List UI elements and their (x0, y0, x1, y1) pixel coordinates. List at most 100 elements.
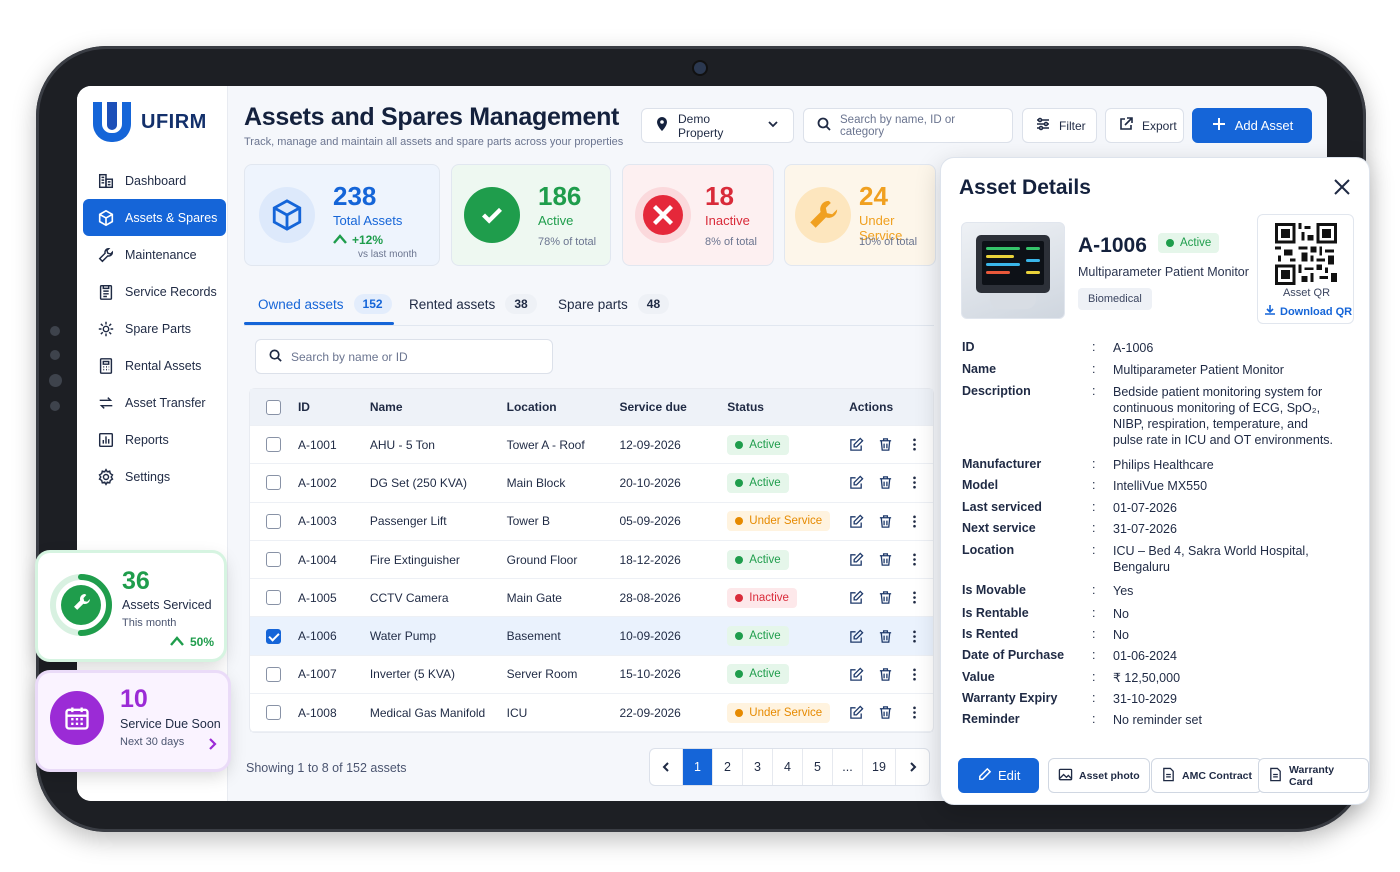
edit-icon[interactable] (849, 590, 864, 605)
cell-name: CCTV Camera (369, 590, 449, 605)
edit-icon[interactable] (849, 514, 864, 529)
table-row[interactable]: A-1004 Fire Extinguisher Ground Floor 18-12… (250, 541, 933, 580)
more-vertical-icon[interactable] (907, 552, 922, 567)
row-checkbox[interactable] (266, 437, 282, 453)
download-qr-label: Download QR (1280, 305, 1353, 318)
filter-button[interactable]: Filter (1022, 108, 1097, 143)
detail-field-separator: : (1092, 648, 1096, 662)
sidebar-item-dashboard[interactable]: Dashboard (83, 162, 226, 199)
trash-icon[interactable] (878, 552, 893, 567)
next-page-button[interactable] (896, 749, 929, 785)
export-label: Export (1142, 118, 1177, 133)
table-row[interactable]: A-1001 AHU - 5 Ton Tower A - Roof 12-09-202… (250, 426, 933, 465)
row-checkbox[interactable] (266, 513, 282, 529)
edit-icon[interactable] (849, 552, 864, 567)
cell-id: A-1007 (297, 667, 337, 682)
page-button-4[interactable]: 4 (773, 749, 803, 785)
header-search-input[interactable]: Search by name, ID or category (803, 108, 1013, 143)
sidebar-item-spare-parts[interactable]: Spare Parts (83, 310, 226, 347)
sidebar-item-rental-assets[interactable]: Rental Assets (83, 347, 226, 384)
more-vertical-icon[interactable] (907, 629, 922, 644)
edit-icon[interactable] (849, 437, 864, 452)
sidebar-item-service-records[interactable]: Service Records (83, 273, 226, 310)
export-icon (1118, 116, 1134, 135)
page-button-5[interactable]: 5 (803, 749, 833, 785)
column-header-service-due[interactable]: Service due (619, 400, 727, 414)
page-button-2[interactable]: 2 (713, 749, 743, 785)
sidebar-item-settings[interactable]: Settings (83, 458, 226, 495)
row-checkbox[interactable] (266, 628, 282, 644)
column-header-name[interactable]: Name (370, 400, 507, 414)
chevron-right-icon[interactable] (206, 737, 218, 756)
page-button-1[interactable]: 1 (683, 749, 713, 785)
page-button-19[interactable]: 19 (863, 749, 896, 785)
table-row[interactable]: A-1007 Inverter (5 KVA) Server Room 15-10-2… (250, 656, 933, 695)
trash-icon[interactable] (878, 437, 893, 452)
trash-icon[interactable] (878, 629, 893, 644)
column-header-id[interactable]: ID (298, 400, 370, 414)
table-row[interactable]: A-1003 Passenger Lift Tower B 05-09-2026 Und… (250, 503, 933, 541)
tab-rented-assets[interactable]: Rented assets 38 (409, 282, 537, 326)
logo[interactable]: UFIRM (93, 102, 207, 142)
assets-table: ID Name Location Service due Status Acti… (249, 388, 934, 734)
sidebar-item-assets-spares[interactable]: Assets & Spares (83, 199, 226, 236)
tab-owned-assets[interactable]: Owned assets 152 (258, 282, 392, 326)
more-vertical-icon[interactable] (907, 475, 922, 490)
table-search-input[interactable]: Search by name or ID (255, 339, 553, 374)
add-asset-label: Add Asset (1234, 118, 1294, 133)
warranty-card-label: Warranty Card (1289, 763, 1335, 788)
export-button[interactable]: Export (1105, 108, 1184, 143)
row-checkbox[interactable] (266, 666, 282, 682)
amc-contract-button[interactable]: AMC Contract (1151, 758, 1262, 793)
table-row[interactable]: A-1002 DG Set (250 KVA) Main Block 20-10-20… (250, 464, 933, 503)
edit-icon[interactable] (849, 475, 864, 490)
column-header-location[interactable]: Location (507, 400, 620, 414)
edit-icon[interactable] (849, 705, 864, 720)
more-vertical-icon[interactable] (907, 667, 922, 682)
close-icon[interactable] (1331, 176, 1353, 198)
row-checkbox[interactable] (266, 475, 282, 491)
cell-id: A-1006 (297, 629, 337, 644)
sidebar-item-reports[interactable]: Reports (83, 421, 226, 458)
stat-card-active[interactable]: 186 Active 78% of total (451, 164, 611, 266)
calendar-icon (50, 691, 104, 745)
more-vertical-icon[interactable] (907, 437, 922, 452)
stat-card-inactive[interactable]: 18 Inactive 8% of total (622, 164, 774, 266)
table-row[interactable]: A-1006 Water Pump Basement 10-09-2026 Active (250, 617, 933, 656)
warranty-card-button[interactable]: Warranty Card (1258, 758, 1369, 793)
cell-id: A-1005 (297, 590, 337, 605)
trash-icon[interactable] (878, 514, 893, 529)
asset-photo-button[interactable]: Asset photo (1048, 758, 1150, 793)
column-header-status[interactable]: Status (727, 400, 849, 414)
row-checkbox[interactable] (266, 590, 282, 606)
cell-id: A-1008 (297, 705, 337, 720)
add-asset-button[interactable]: Add Asset (1192, 108, 1312, 143)
assets-serviced-card[interactable]: 36 Assets Serviced This month 50% (38, 553, 224, 659)
more-vertical-icon[interactable] (907, 514, 922, 529)
sidebar-item-asset-transfer[interactable]: Asset Transfer (83, 384, 226, 421)
prev-page-button[interactable] (650, 749, 683, 785)
edit-icon[interactable] (849, 629, 864, 644)
trash-icon[interactable] (878, 475, 893, 490)
table-row[interactable]: A-1008 Medical Gas Manifold ICU 22-09-2026 U… (250, 694, 933, 733)
trash-icon[interactable] (878, 590, 893, 605)
row-checkbox[interactable] (266, 552, 282, 568)
trash-icon[interactable] (878, 705, 893, 720)
stat-card-total[interactable]: 238 Total Assets +12% vs last month (244, 164, 440, 266)
select-all-checkbox[interactable] (266, 399, 282, 415)
download-qr-link[interactable]: Download QR (1264, 304, 1352, 319)
stat-card-under-service[interactable]: 24 Under Service 10% of total (784, 164, 936, 266)
sidebar-item-maintenance[interactable]: Maintenance (83, 236, 226, 273)
service-due-card[interactable]: 10 Service Due Soon Next 30 days (38, 673, 228, 769)
page-button-3[interactable]: 3 (743, 749, 773, 785)
edit-button[interactable]: Edit (958, 758, 1040, 793)
trash-icon[interactable] (878, 667, 893, 682)
tab-spare-parts[interactable]: Spare parts 48 (558, 282, 670, 326)
more-vertical-icon[interactable] (907, 590, 922, 605)
edit-icon[interactable] (849, 667, 864, 682)
table-row[interactable]: A-1005 CCTV Camera Main Gate 28-08-2026 Inac… (250, 579, 933, 618)
more-vertical-icon[interactable] (907, 705, 922, 720)
property-select[interactable]: Demo Property (641, 108, 794, 143)
asset-photo-thumbnail[interactable] (961, 222, 1065, 319)
row-checkbox[interactable] (266, 705, 282, 721)
